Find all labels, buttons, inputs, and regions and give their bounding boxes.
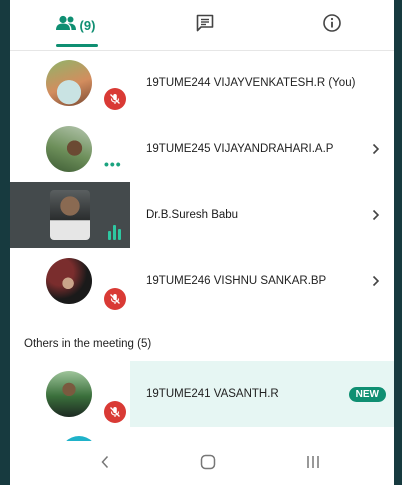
new-badge: NEW	[348, 387, 386, 402]
recents-icon	[305, 455, 321, 474]
tab-bar: (9)	[10, 0, 394, 51]
participant-row[interactable]: 19TUME246 VISHNU SANKAR.BP	[10, 248, 394, 314]
mic-off-icon	[104, 401, 126, 423]
home-button[interactable]	[178, 449, 238, 479]
chevron-right-icon[interactable]	[372, 274, 380, 292]
participant-name: 19TUME241 VASANTH.R	[146, 388, 279, 400]
back-button[interactable]	[75, 449, 135, 479]
participant-name: Dr.B.Suresh Babu	[146, 209, 239, 221]
active-tab-indicator	[56, 44, 98, 47]
more-options-icon: •••	[104, 156, 122, 172]
window-frame-right	[394, 0, 402, 485]
speaking-indicator-icon	[108, 225, 121, 240]
people-icon	[55, 15, 77, 36]
avatar	[50, 190, 90, 240]
others-section-title: Others in the meeting (5)	[24, 338, 152, 350]
info-icon	[322, 13, 342, 38]
list-item[interactable]: 19TUME241 VASANTH.R NEW	[10, 361, 394, 427]
recents-button[interactable]	[283, 449, 343, 479]
tab-people[interactable]: (9)	[10, 0, 140, 50]
window-frame-left	[0, 0, 10, 485]
avatar	[46, 126, 92, 172]
chevron-right-icon[interactable]	[372, 208, 380, 226]
tab-info[interactable]	[270, 0, 394, 50]
participant-name: 19TUME244 VIJAYVENKATESH.R (You)	[146, 77, 356, 89]
participants-panel: (9) 19TUME244 VIJAYVENKATESH.R (You) •••…	[10, 0, 394, 485]
participant-name: 19TUME245 VIJAYANDRAHARI.A.P	[146, 143, 334, 155]
participant-row[interactable]: ••• 19TUME245 VIJAYANDRAHARI.A.P	[10, 116, 394, 182]
participant-row[interactable]: 19TUME244 VIJAYVENKATESH.R (You)	[10, 50, 394, 116]
participant-count: (9)	[79, 17, 96, 33]
avatar	[46, 258, 92, 304]
chat-icon	[195, 13, 215, 38]
mic-off-icon	[104, 88, 126, 110]
avatar	[46, 371, 92, 417]
chevron-right-icon[interactable]	[372, 142, 380, 160]
back-icon	[100, 455, 110, 474]
avatar	[46, 60, 92, 106]
participant-row[interactable]: Dr.B.Suresh Babu	[10, 182, 394, 248]
tab-chat[interactable]	[140, 0, 270, 50]
participant-name: 19TUME246 VISHNU SANKAR.BP	[146, 275, 327, 287]
home-icon	[200, 454, 216, 475]
mic-off-icon	[104, 288, 126, 310]
system-nav-bar	[10, 441, 394, 485]
